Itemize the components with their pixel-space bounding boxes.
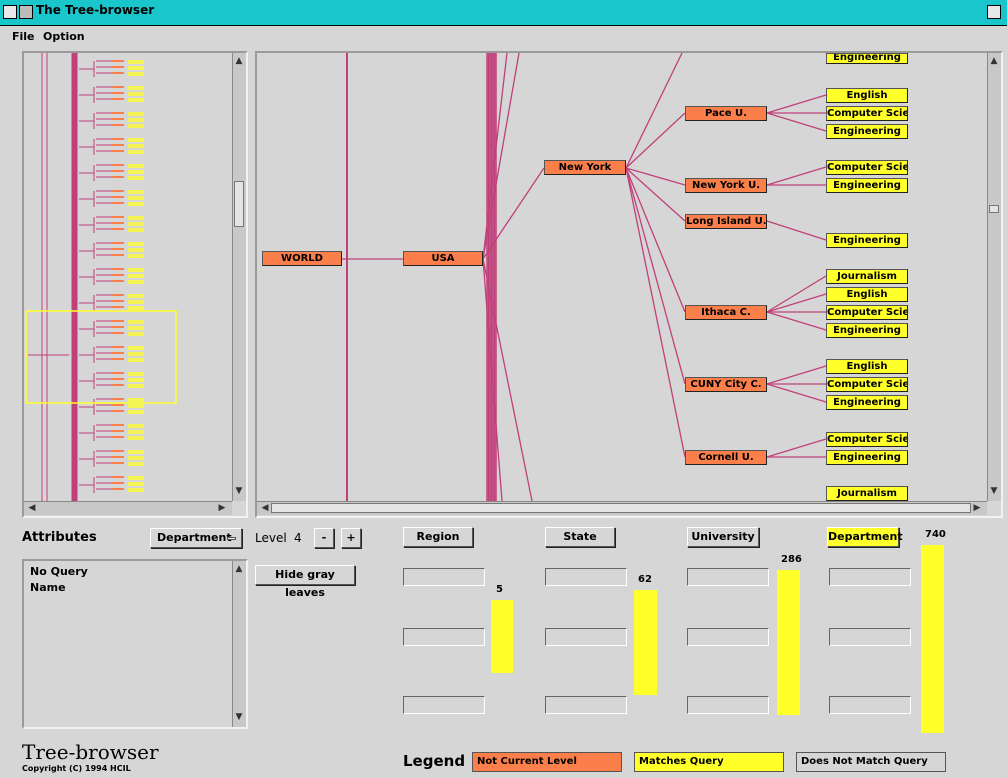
overview-panel: ▲ ▼ ◀ ▶ <box>22 51 248 518</box>
app-name: Tree-browser <box>22 740 159 764</box>
menu-file[interactable]: File <box>12 30 35 43</box>
query-list: No Query Name ▲ ▼ <box>22 559 248 729</box>
leaf-cornell-computer-science[interactable]: Computer Scien <box>826 432 908 447</box>
legend-title: Legend <box>403 752 466 770</box>
attribute-select-value: Department <box>157 531 232 544</box>
level-button-region[interactable]: Region <box>403 527 473 547</box>
state-slot <box>545 628 627 646</box>
window-title: The Tree-browser <box>36 3 155 17</box>
scroll-up-arrow-icon[interactable]: ▲ <box>233 55 245 67</box>
university-slot <box>687 568 769 586</box>
department-slot <box>829 696 911 714</box>
query-item-no-query[interactable]: No Query <box>30 565 88 578</box>
leaf-cuny-engineering[interactable]: Engineering <box>826 395 908 410</box>
hide-gray-leaves-button[interactable]: Hide gray leaves <box>255 565 355 599</box>
scroll-left-arrow-icon[interactable]: ◀ <box>259 502 271 514</box>
leaf-ithaca-english[interactable]: English <box>826 287 908 302</box>
maximize-icon[interactable] <box>987 5 1001 19</box>
detail-vscroll-thumb[interactable] <box>989 205 999 213</box>
leaf-journalism-bottom[interactable]: Journalism <box>826 486 908 501</box>
leaf-liu-engineering[interactable]: Engineering <box>826 233 908 248</box>
state-count: 62 <box>638 574 652 585</box>
leaf-engineering-top[interactable]: Engineering <box>826 53 908 64</box>
level-value: 4 <box>294 531 302 545</box>
state-bar <box>634 590 657 695</box>
department-bar <box>921 545 944 733</box>
legend-does-not-match: Does Not Match Query <box>796 752 946 772</box>
detail-hscrollbar[interactable]: ◀ ▶ <box>257 501 987 515</box>
detail-panel: WORLD USA New York Pace U. New York U. L… <box>255 51 1003 518</box>
leaf-pace-computer-science[interactable]: Computer Scien <box>826 106 908 121</box>
scroll-down-arrow-icon[interactable]: ▼ <box>988 485 1000 497</box>
level-decrease-button[interactable]: - <box>314 528 334 548</box>
viewport-indicator[interactable] <box>25 310 177 404</box>
leaf-ithaca-journalism[interactable]: Journalism <box>826 269 908 284</box>
university-slot <box>687 628 769 646</box>
scroll-right-arrow-icon[interactable]: ▶ <box>216 502 228 514</box>
copyright: Copyright (C) 1994 HCIL <box>22 764 131 773</box>
state-slot <box>545 568 627 586</box>
university-count: 286 <box>781 554 802 565</box>
region-slot <box>403 568 485 586</box>
legend-not-current-level: Not Current Level <box>472 752 622 772</box>
attribute-select[interactable]: Department <box>150 528 242 548</box>
level-button-department[interactable]: Department <box>827 527 903 547</box>
query-item-name[interactable]: Name <box>30 581 66 594</box>
query-list-vscrollbar[interactable]: ▲ ▼ <box>232 561 246 727</box>
node-world[interactable]: WORLD <box>262 251 342 266</box>
overview-vscroll-thumb[interactable] <box>234 181 244 227</box>
node-ithaca-c[interactable]: Ithaca C. <box>685 305 767 320</box>
leaf-ithaca-engineering[interactable]: Engineering <box>826 323 908 338</box>
department-count: 740 <box>925 529 946 540</box>
app-icon <box>19 5 33 19</box>
leaf-ithaca-computer-science[interactable]: Computer Scien <box>826 305 908 320</box>
level-increase-button[interactable]: + <box>341 528 361 548</box>
scroll-right-arrow-icon[interactable]: ▶ <box>971 502 983 514</box>
region-bar <box>491 600 513 673</box>
department-slot <box>829 568 911 586</box>
level-button-university[interactable]: University <box>687 527 759 547</box>
attributes-label: Attributes <box>22 530 97 545</box>
level-label: Level <box>255 531 287 545</box>
university-slot <box>687 696 769 714</box>
leaf-cornell-engineering[interactable]: Engineering <box>826 450 908 465</box>
leaf-pace-engineering[interactable]: Engineering <box>826 124 908 139</box>
region-slot <box>403 696 485 714</box>
node-cuny-city-c[interactable]: CUNY City C. <box>685 377 767 392</box>
overview-vscrollbar[interactable]: ▲ ▼ <box>232 53 246 501</box>
node-long-island-u[interactable]: Long Island U. <box>685 214 767 229</box>
scroll-up-arrow-icon[interactable]: ▲ <box>988 55 1000 67</box>
scroll-down-arrow-icon[interactable]: ▼ <box>233 485 245 497</box>
level-button-state[interactable]: State <box>545 527 615 547</box>
title-bar: The Tree-browser <box>0 0 1007 26</box>
detail-hscroll-thumb[interactable] <box>271 503 971 513</box>
state-slot <box>545 696 627 714</box>
node-cornell-u[interactable]: Cornell U. <box>685 450 767 465</box>
menu-option[interactable]: Option <box>43 30 85 43</box>
scroll-up-arrow-icon[interactable]: ▲ <box>233 563 245 575</box>
menu-bar: File Option <box>0 27 1007 47</box>
tree-browser-window: The Tree-browser File Option ▲ ▼ ◀ ▶ WOR… <box>0 0 1007 778</box>
dropdown-icon <box>227 537 236 540</box>
leaf-nyu-computer-science[interactable]: Computer Scien <box>826 160 908 175</box>
node-pace-u[interactable]: Pace U. <box>685 106 767 121</box>
overview-hscrollbar[interactable]: ◀ ▶ <box>24 501 232 515</box>
window-menu-icon[interactable] <box>3 5 17 19</box>
node-usa[interactable]: USA <box>403 251 483 266</box>
legend-matches-query: Matches Query <box>634 752 784 772</box>
region-slot <box>403 628 485 646</box>
scroll-left-arrow-icon[interactable]: ◀ <box>26 502 38 514</box>
university-bar <box>777 570 800 715</box>
leaf-cuny-english[interactable]: English <box>826 359 908 374</box>
leaf-cuny-computer-science[interactable]: Computer Scien <box>826 377 908 392</box>
node-new-york[interactable]: New York <box>544 160 626 175</box>
leaf-pace-english[interactable]: English <box>826 88 908 103</box>
leaf-nyu-engineering[interactable]: Engineering <box>826 178 908 193</box>
node-new-york-u[interactable]: New York U. <box>685 178 767 193</box>
department-slot <box>829 628 911 646</box>
detail-vscrollbar[interactable]: ▲ ▼ <box>987 53 1001 501</box>
overview-tree[interactable] <box>24 53 232 501</box>
scroll-down-arrow-icon[interactable]: ▼ <box>233 711 245 723</box>
region-count: 5 <box>496 584 503 595</box>
